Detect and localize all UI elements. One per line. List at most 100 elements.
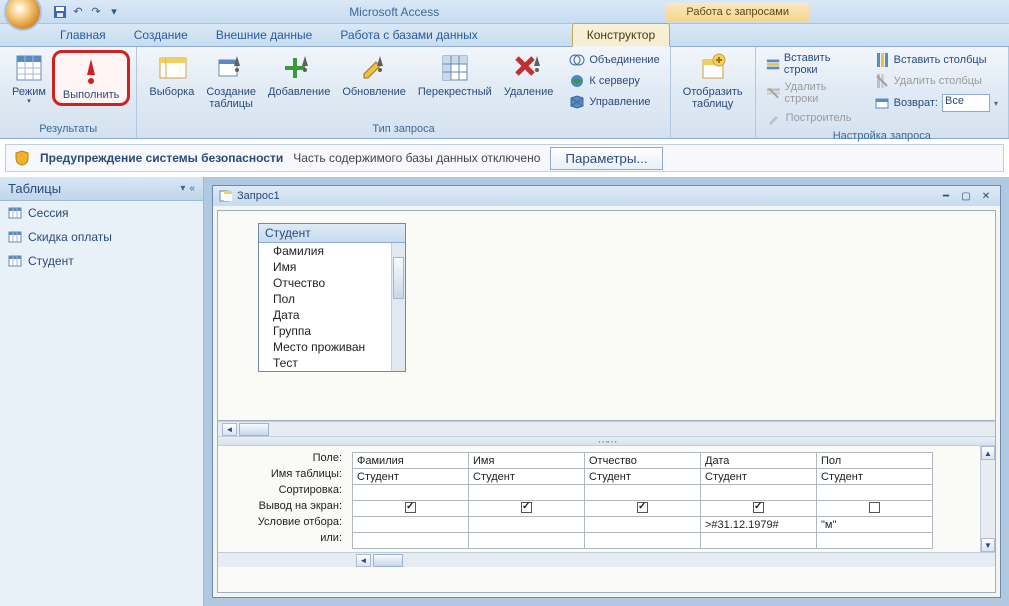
field-item[interactable]: Дата [259,307,405,323]
close-button[interactable]: ✕ [978,189,994,203]
run-button[interactable]: Выполнить [57,53,125,103]
builder-button[interactable]: Построитель [762,108,862,128]
grid-cell[interactable]: Пол [817,453,933,469]
tables-pane[interactable]: Студент Фамилия Имя Отчество Пол Дата Гр… [218,211,995,421]
nav-dropdown-icon[interactable]: ▾ [180,183,185,194]
field-item[interactable]: Отчество [259,275,405,291]
deleterows-button[interactable]: Удалить строки [762,79,862,107]
pane-splitter[interactable] [218,436,995,446]
grid-cell[interactable] [817,485,933,501]
grid-cell[interactable] [585,533,701,549]
grid-cell[interactable] [469,517,585,533]
tab-create[interactable]: Создание [120,24,202,46]
append-button[interactable]: Добавление [262,50,336,100]
tab-dbtools[interactable]: Работа с базами данных [326,24,491,46]
union-button[interactable]: Объединение [565,50,663,70]
grid-cell[interactable] [817,533,933,549]
grid-cell-show[interactable] [817,501,933,517]
nav-item-table[interactable]: Сессия [0,201,203,225]
tab-design[interactable]: Конструктор [572,23,670,47]
nav-collapse-icon[interactable]: « [189,183,195,194]
upper-hscroll[interactable]: ◄ [218,421,995,436]
scroll-thumb[interactable] [373,554,403,567]
checkbox-icon[interactable] [405,502,416,513]
grid-cell[interactable] [701,533,817,549]
checkbox-icon[interactable] [753,502,764,513]
field-item[interactable]: Пол [259,291,405,307]
insertrows-button[interactable]: Вставить строки [762,50,862,78]
grid-cell[interactable] [469,485,585,501]
showtable-button[interactable]: Отобразить таблицу [677,50,749,112]
grid-cell[interactable]: Студент [817,469,933,485]
nav-header[interactable]: Таблицы ▾« [0,177,203,201]
select-query-button[interactable]: Выборка [143,50,200,100]
grid-cell-show[interactable] [701,501,817,517]
tab-external[interactable]: Внешние данные [202,24,327,46]
grid-cell[interactable]: Имя [469,453,585,469]
passthrough-button[interactable]: К серверу [565,71,663,91]
datadef-button[interactable]: Управление [565,92,663,112]
grid-vscroll[interactable]: ▲ ▼ [980,446,995,552]
grid-cell-show[interactable] [585,501,701,517]
checkbox-icon[interactable] [637,502,648,513]
grid-cell[interactable] [353,533,469,549]
crosstab-button[interactable]: Перекрестный [412,50,498,100]
minimize-button[interactable]: ━ [938,189,954,203]
grid-cell[interactable] [585,485,701,501]
security-options-button[interactable]: Параметры... [550,147,662,170]
deletecols-button[interactable]: Удалить столбцы [870,71,1002,91]
label-table: Имя таблицы: [218,468,348,484]
scroll-thumb[interactable] [239,423,269,436]
tab-home[interactable]: Главная [46,24,120,46]
save-icon[interactable] [52,4,68,20]
insertcols-button[interactable]: Вставить столбцы [870,50,1002,70]
maximize-button[interactable]: ▢ [958,189,974,203]
grid-cell[interactable]: Студент [701,469,817,485]
grid-cell[interactable]: Студент [469,469,585,485]
grid-cell[interactable] [701,485,817,501]
return-select[interactable]: Все [942,94,990,112]
grid-cell-show[interactable] [353,501,469,517]
field-item[interactable]: Тест [259,355,405,371]
grid-cell[interactable]: Студент [353,469,469,485]
grid-cell[interactable] [469,533,585,549]
qat-dropdown-icon[interactable]: ▾ [106,4,122,20]
checkbox-icon[interactable] [521,502,532,513]
query-window-titlebar[interactable]: Запрос1 ━ ▢ ✕ [213,186,1000,206]
view-button[interactable]: Режим ▾ [6,50,52,108]
redo-icon[interactable]: ↷ [88,4,104,20]
maketable-button[interactable]: Создание таблицы [200,50,262,112]
table-fieldlist[interactable]: Студент Фамилия Имя Отчество Пол Дата Гр… [258,223,406,372]
scroll-up-icon[interactable]: ▲ [981,446,995,460]
grid-cell-show[interactable] [469,501,585,517]
grid-cell[interactable]: Студент [585,469,701,485]
undo-icon[interactable]: ↶ [70,4,86,20]
grid-cell[interactable]: "м" [817,517,933,533]
checkbox-icon[interactable] [869,502,880,513]
design-grid[interactable]: Фамилия Имя Отчество Дата Пол Студент Ст… [352,452,933,549]
field-item[interactable]: Место проживан [259,339,405,355]
grid-cell[interactable]: >#31.12.1979# [701,517,817,533]
grid-cell[interactable] [585,517,701,533]
table-fieldlist-header[interactable]: Студент [259,224,405,243]
insertrows-icon [766,56,780,72]
builder-icon [766,110,782,126]
nav-item-table[interactable]: Студент [0,249,203,273]
field-item[interactable]: Группа [259,323,405,339]
grid-cell[interactable]: Дата [701,453,817,469]
dropdown-arrow-icon[interactable]: ▾ [994,99,998,108]
scroll-down-icon[interactable]: ▼ [981,538,995,552]
grid-cell[interactable]: Фамилия [353,453,469,469]
grid-cell[interactable] [353,517,469,533]
fieldlist-scrollbar[interactable] [391,243,405,371]
grid-cell[interactable] [353,485,469,501]
grid-cell[interactable]: Отчество [585,453,701,469]
lower-hscroll[interactable]: ◄ [218,552,995,567]
delete-query-button[interactable]: Удаление [498,50,560,100]
nav-item-table[interactable]: Скидка оплаты [0,225,203,249]
scroll-left-icon[interactable]: ◄ [222,423,237,436]
update-button[interactable]: Обновление [336,50,412,100]
field-item[interactable]: Фамилия [259,243,405,259]
field-item[interactable]: Имя [259,259,405,275]
scroll-left-icon[interactable]: ◄ [356,554,371,567]
